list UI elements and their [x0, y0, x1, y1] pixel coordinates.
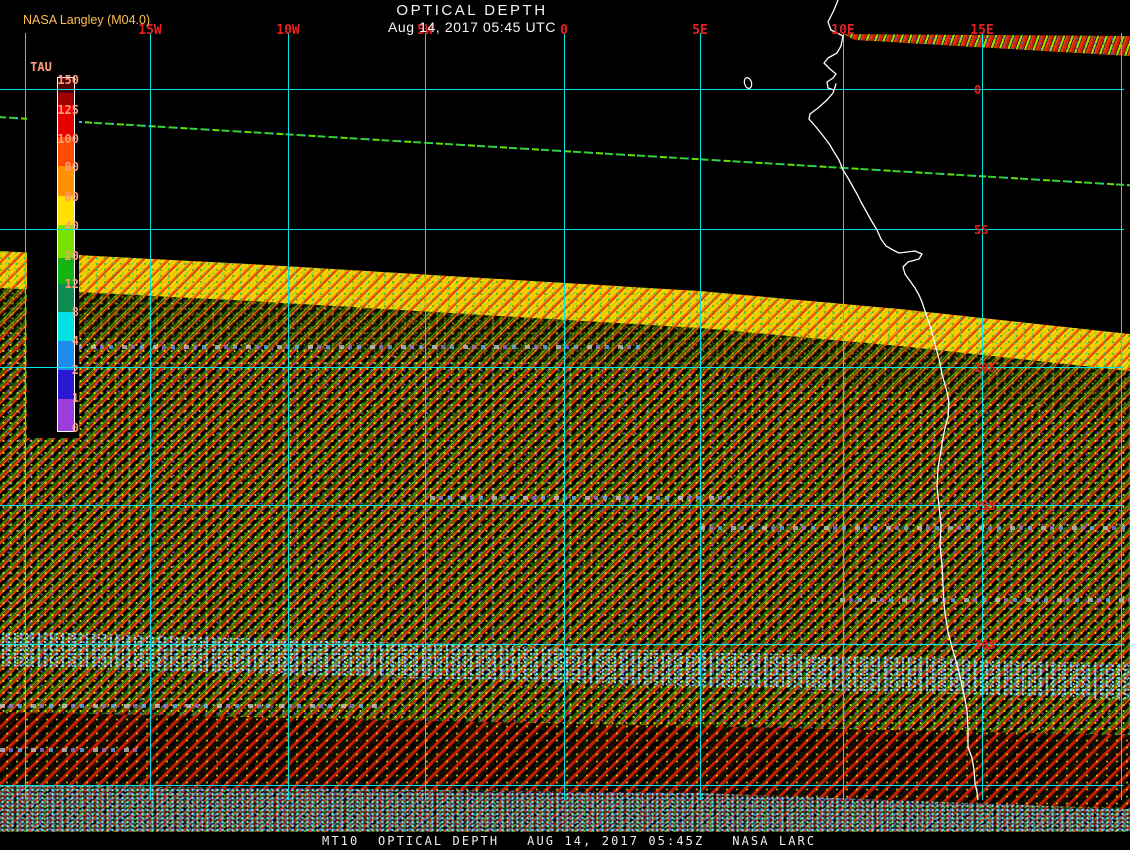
latitude-label: 20S — [974, 638, 996, 652]
latitude-label: 15S — [974, 499, 996, 513]
page-subtitle: Aug 14, 2017 05:45 UTC — [387, 19, 557, 35]
status-text: MT10 OPTICAL DEPTH AUG 14, 2017 05:45Z N… — [322, 834, 817, 848]
latitude-label: 5S — [974, 223, 989, 237]
island-outline — [743, 77, 753, 89]
optical-depth-product: 15W 10W 5W 0 5E 10E 15E 0 5S 10S 15S 20S TAU 150 125… — [0, 0, 1130, 850]
longitude-label: 15E — [970, 23, 994, 38]
status-bar: MT10 OPTICAL DEPTH AUG 14, 2017 05:45Z N… — [0, 832, 1130, 850]
coastline — [743, 0, 979, 801]
page-title: OPTICAL DEPTH — [396, 2, 548, 19]
title-block: OPTICAL DEPTH Aug 14, 2017 05:45 UTC — [0, 2, 944, 35]
latitude-label: 0 — [974, 83, 982, 97]
map-area: 15W 10W 5W 0 5E 10E 15E 0 5S 10S 15S 20S — [0, 0, 1130, 832]
latitude-label: 10S — [974, 361, 996, 375]
